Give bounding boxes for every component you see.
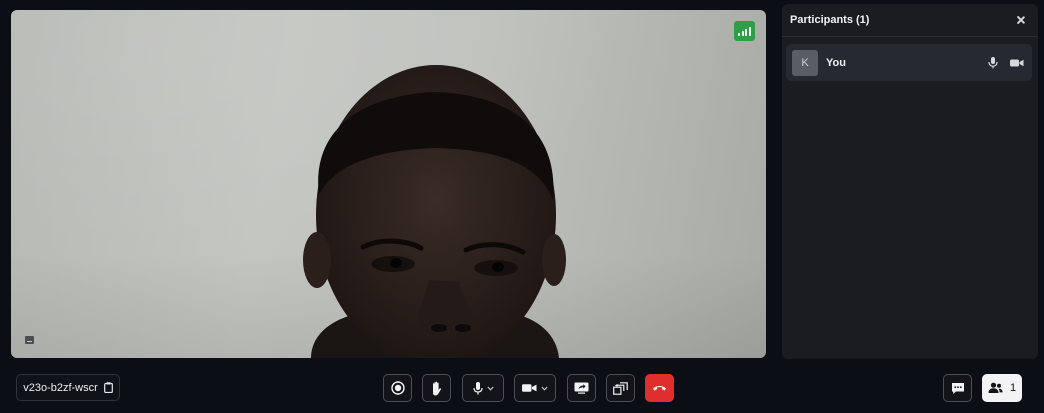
meeting-code-text: v23o-b2zf-wscr bbox=[23, 381, 98, 394]
meeting-window: Participants (1) K You v23o-b2zf-wscr 1 bbox=[0, 0, 1044, 413]
camera-icon bbox=[522, 384, 537, 392]
participants-toggle-button[interactable]: 1 bbox=[982, 374, 1022, 402]
chat-icon bbox=[951, 382, 964, 394]
clipboard-icon[interactable] bbox=[103, 382, 113, 393]
switch-view-button[interactable] bbox=[606, 374, 635, 402]
self-video-tile bbox=[11, 10, 766, 358]
camera-icon[interactable] bbox=[1010, 58, 1024, 68]
minimize-icon[interactable] bbox=[25, 336, 34, 344]
participants-count: 1 bbox=[1009, 382, 1017, 394]
meeting-code[interactable]: v23o-b2zf-wscr bbox=[16, 374, 120, 401]
share-screen-icon bbox=[574, 382, 589, 394]
camera-button[interactable] bbox=[514, 374, 556, 402]
participants-panel-title: Participants (1) bbox=[790, 14, 870, 26]
participant-video-feed bbox=[303, 65, 566, 358]
avatar-initial: K bbox=[801, 56, 809, 69]
microphone-button[interactable] bbox=[462, 374, 504, 402]
record-button[interactable] bbox=[383, 374, 412, 402]
close-icon[interactable] bbox=[1014, 13, 1028, 27]
participant-row[interactable]: K You bbox=[786, 44, 1032, 81]
hand-icon bbox=[433, 381, 442, 395]
phone-hangup-icon bbox=[653, 386, 666, 391]
microphone-icon[interactable] bbox=[988, 56, 998, 69]
avatar: K bbox=[792, 49, 818, 76]
participants-panel: Participants (1) K You bbox=[782, 4, 1038, 359]
record-icon bbox=[390, 381, 405, 395]
signal-strength-icon bbox=[734, 21, 755, 41]
chevron-down-icon[interactable] bbox=[541, 386, 548, 391]
people-icon bbox=[988, 382, 1003, 393]
raise-hand-button[interactable] bbox=[422, 374, 451, 402]
participant-name: You bbox=[826, 56, 846, 69]
chat-button[interactable] bbox=[943, 374, 972, 402]
chevron-down-icon[interactable] bbox=[486, 386, 494, 391]
participants-panel-header: Participants (1) bbox=[782, 4, 1038, 37]
microphone-icon bbox=[472, 381, 483, 394]
leave-call-button[interactable] bbox=[645, 374, 674, 402]
share-screen-button[interactable] bbox=[567, 374, 596, 402]
switch-view-icon bbox=[613, 381, 628, 395]
